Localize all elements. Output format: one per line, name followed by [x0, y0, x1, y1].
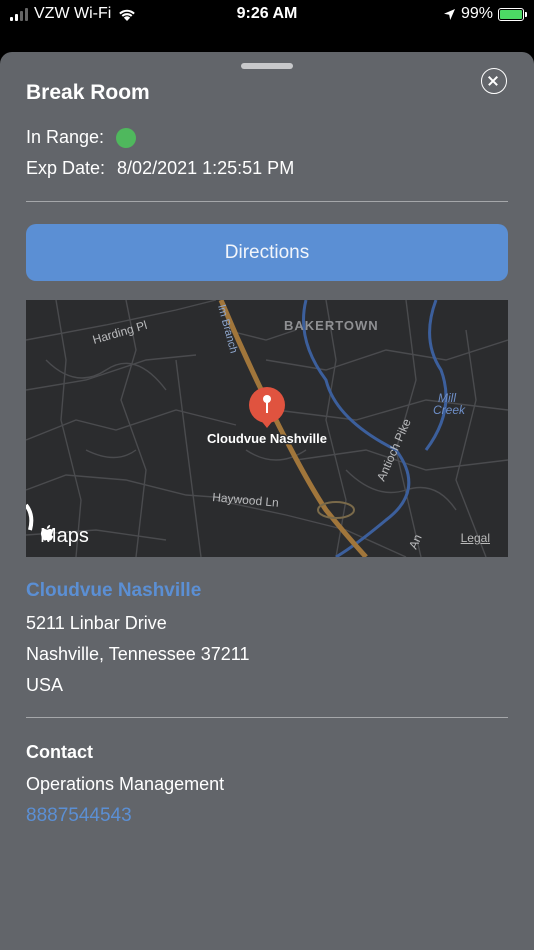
in-range-label: In Range: [26, 127, 105, 147]
location-name-link[interactable]: Cloudvue Nashville [26, 580, 201, 602]
contact-name: Operations Management [26, 774, 225, 794]
apple-icon [40, 525, 54, 541]
address-street: 5211 Linbar Drive [26, 613, 167, 633]
map-label-edge: An [406, 532, 425, 551]
apple-maps-logo: Maps [40, 525, 89, 548]
status-bar: VZW Wi-Fi 9:26 AM 99% [0, 0, 534, 30]
directions-button[interactable]: Directions [26, 224, 508, 281]
exp-date-row: Exp Date: 8/02/2021 1:25:51 PM [26, 158, 294, 179]
address-city: Nashville, Tennessee 37211 [26, 644, 250, 664]
location-sheet: Break Room In Range: Exp Date: 8/02/2021… [0, 52, 534, 950]
map-view[interactable]: Harding Pl BAKERTOWN lm Branch Mill Cree… [26, 300, 508, 557]
in-range-row: In Range: [26, 127, 137, 148]
legal-link[interactable]: Legal [461, 531, 490, 545]
status-right: 99% [443, 5, 527, 23]
contact-heading: Contact [26, 742, 93, 762]
divider [26, 717, 508, 718]
map-label-creek: Creek [433, 403, 466, 417]
battery-percent: 99% [460, 5, 493, 22]
sheet-title: Break Room [26, 81, 150, 104]
map-label-haywood: Haywood Ln [212, 490, 280, 510]
map-label-bakertown: BAKERTOWN [284, 318, 379, 333]
exp-date-label: Exp Date: [26, 158, 106, 178]
battery-icon [498, 7, 527, 21]
location-arrow-icon [443, 8, 455, 20]
in-range-status-dot [116, 127, 137, 148]
map-graphic: Harding Pl BAKERTOWN lm Branch Mill Cree… [26, 300, 508, 557]
exp-date-value: 8/02/2021 1:25:51 PM [117, 158, 295, 178]
map-pin-label: Cloudvue Nashville [207, 431, 327, 446]
address-country: USA [26, 675, 64, 695]
contact-phone-link[interactable]: 8887544543 [26, 805, 132, 827]
sheet-grabber[interactable] [241, 63, 293, 69]
close-icon[interactable] [481, 68, 507, 94]
divider [26, 201, 508, 202]
